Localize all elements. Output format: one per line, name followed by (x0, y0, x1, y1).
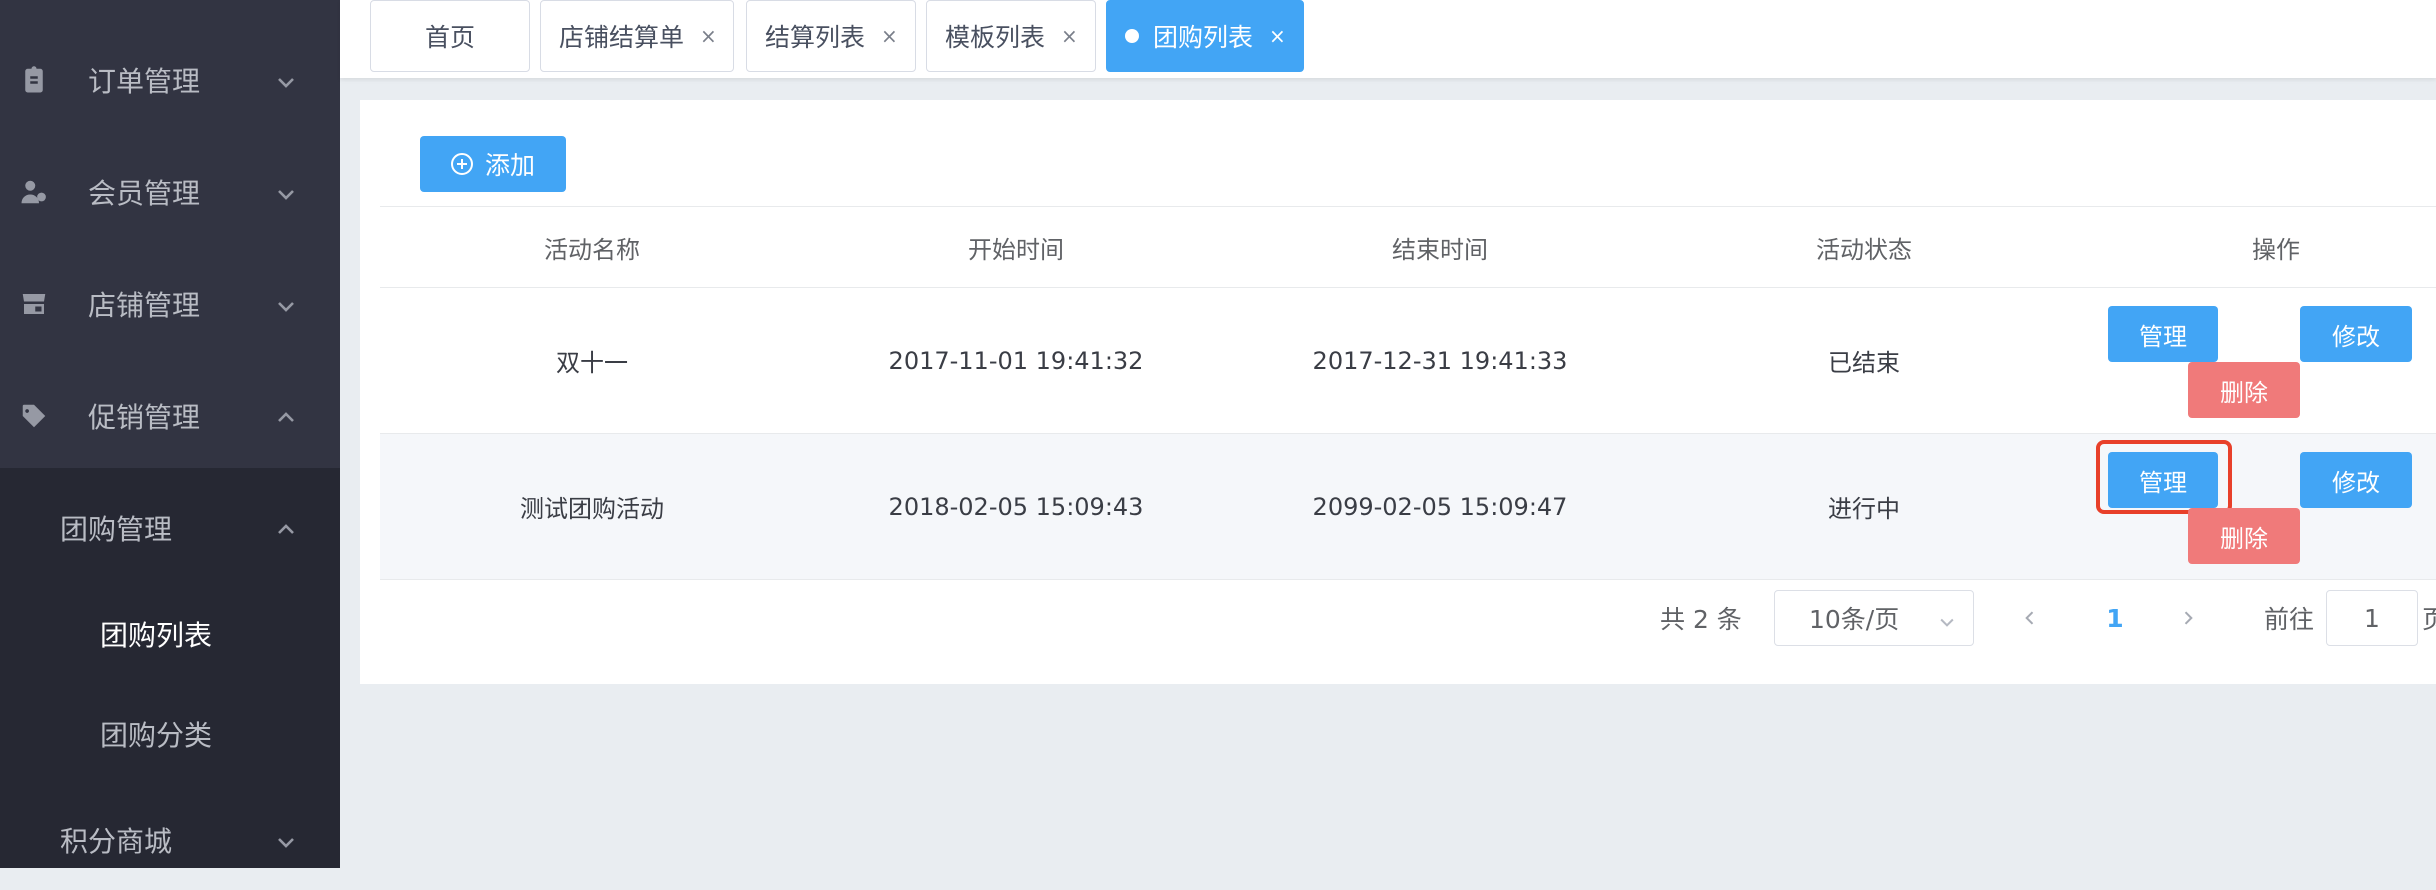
chevron-right-icon (2184, 611, 2193, 625)
sidebar: 订单管理 会员管理 店铺管理 促销管理 团购管理 团购列表 团购分类 积分商城 (0, 0, 340, 868)
delete-button[interactable]: 删除 (2188, 362, 2300, 418)
sidebar-item-label: 促销管理 (88, 401, 201, 434)
sidebar-item-groupbuy-list[interactable]: 团购列表 (0, 584, 340, 684)
page-size-value: 10条/页 (1809, 605, 1900, 634)
sidebar-item-promotions[interactable]: 促销管理 (0, 360, 340, 472)
sidebar-item-members[interactable]: 会员管理 (0, 136, 340, 248)
column-header: 活动名称 (544, 235, 640, 264)
chevron-down-icon (274, 68, 298, 92)
sidebar-item-label: 团购列表 (100, 619, 213, 652)
close-icon[interactable]: × (700, 24, 717, 48)
plus-circle-icon (450, 153, 473, 175)
pagination: 共 2 条 10条/页 1 前往 页 (360, 590, 2436, 646)
cell-end-time: 2099-02-05 15:09:47 (1312, 492, 1568, 521)
member-icon (18, 176, 50, 208)
tab-groupbuy-list[interactable]: 团购列表 × (1106, 0, 1304, 72)
goto-suffix: 页 (2422, 605, 2436, 634)
cell-activity-name: 测试团购活动 (520, 495, 664, 523)
cell-status: 已结束 (1828, 349, 1900, 377)
close-icon[interactable]: × (881, 24, 898, 48)
tag-icon (18, 400, 50, 432)
tab-store-settlement[interactable]: 店铺结算单 × (540, 0, 734, 72)
delete-button[interactable]: 删除 (2188, 508, 2300, 564)
chevron-down-icon (274, 292, 298, 316)
table-row: 双十一 2017-11-01 19:41:32 2017-12-31 19:41… (380, 288, 2436, 434)
tab-label: 店铺结算单 (559, 23, 685, 52)
cell-status: 进行中 (1828, 495, 1900, 523)
sidebar-submenu-groupbuy[interactable]: 团购管理 (0, 478, 340, 578)
active-dot-icon (1125, 29, 1139, 43)
page-size-select[interactable]: 10条/页 (1774, 590, 1974, 646)
next-page-button[interactable] (2168, 590, 2208, 646)
tab-template-list[interactable]: 模板列表 × (926, 0, 1096, 72)
edit-button[interactable]: 修改 (2300, 452, 2412, 508)
tab-label: 模板列表 (945, 23, 1046, 52)
add-button[interactable]: 添加 (420, 136, 566, 192)
tab-settlement-list[interactable]: 结算列表 × (746, 0, 916, 72)
chevron-down-icon (274, 180, 298, 204)
tab-label: 结算列表 (765, 23, 866, 52)
store-icon (18, 288, 50, 320)
column-header: 开始时间 (968, 235, 1064, 264)
cell-start-time: 2017-11-01 19:41:32 (888, 346, 1144, 375)
close-icon[interactable]: × (1269, 24, 1286, 48)
pagination-total: 共 2 条 (1660, 605, 1742, 634)
highlight-box (2096, 440, 2232, 514)
tab-label: 团购列表 (1153, 23, 1254, 52)
column-header: 活动状态 (1816, 235, 1912, 264)
sidebar-item-orders[interactable]: 订单管理 (0, 24, 340, 136)
cell-end-time: 2017-12-31 19:41:33 (1312, 346, 1568, 375)
cell-start-time: 2018-02-05 15:09:43 (888, 492, 1144, 521)
table-header: 活动名称 开始时间 结束时间 活动状态 操作 (380, 206, 2436, 288)
tab-home[interactable]: 首页 (370, 0, 530, 72)
sidebar-item-label: 会员管理 (88, 177, 201, 210)
chevron-down-icon (1937, 609, 1957, 629)
table-row: 测试团购活动 2018-02-05 15:09:43 2099-02-05 15… (380, 434, 2436, 580)
sidebar-item-groupbuy-category[interactable]: 团购分类 (0, 684, 340, 784)
chevron-left-icon (2025, 611, 2034, 625)
tab-bar: 首页 店铺结算单 × 结算列表 × 模板列表 × 团购列表 × (340, 0, 2436, 78)
page-number-current[interactable]: 1 (2095, 590, 2135, 646)
tab-label: 首页 (424, 23, 475, 52)
column-header: 操作 (2252, 235, 2300, 264)
sidebar-submenu-label: 积分商城 (60, 825, 173, 858)
prev-page-button[interactable] (2010, 590, 2050, 646)
groupbuy-table: 活动名称 开始时间 结束时间 活动状态 操作 双十一 2017-11-01 19… (380, 206, 2436, 580)
add-button-label: 添加 (484, 151, 535, 180)
chevron-up-icon (274, 404, 298, 428)
close-icon[interactable]: × (1061, 24, 1078, 48)
sidebar-item-stores[interactable]: 店铺管理 (0, 248, 340, 360)
sidebar-item-label: 团购分类 (100, 719, 213, 752)
manage-button[interactable]: 管理 (2108, 306, 2218, 362)
sidebar-item-label: 订单管理 (88, 65, 201, 98)
sidebar-item-label: 店铺管理 (88, 289, 201, 322)
column-header: 结束时间 (1392, 235, 1488, 264)
content-card: 添加 活动名称 开始时间 结束时间 活动状态 操作 双十一 2017-11-01… (360, 100, 2436, 684)
sidebar-submenu-points-mall[interactable]: 积分商城 (0, 790, 340, 890)
goto-label: 前往 (2264, 605, 2315, 634)
clipboard-icon (18, 64, 50, 96)
chevron-up-icon (274, 516, 298, 540)
sidebar-submenu-label: 团购管理 (60, 513, 173, 546)
chevron-down-icon (274, 828, 298, 852)
edit-button[interactable]: 修改 (2300, 306, 2412, 362)
cell-activity-name: 双十一 (556, 349, 628, 377)
goto-page-input[interactable] (2326, 590, 2418, 646)
